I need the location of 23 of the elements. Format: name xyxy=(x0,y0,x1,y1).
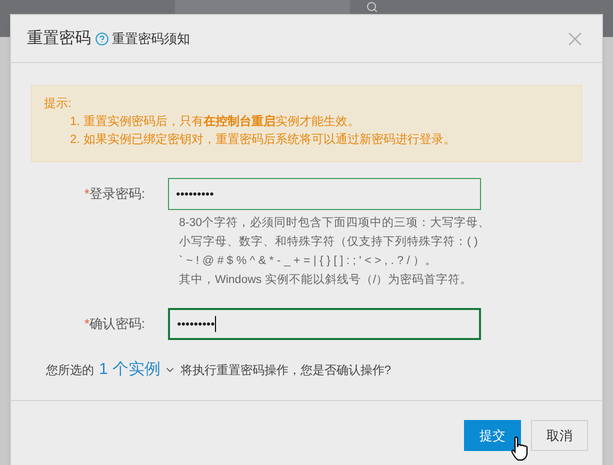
required-mark: * xyxy=(84,315,90,334)
notice-text: 1. 重置实例密码后，只有在控制台重启实例才能生效。 xyxy=(69,113,360,130)
required-mark: * xyxy=(84,185,90,204)
search-icon[interactable] xyxy=(366,1,378,13)
hint-text: 其中，Windows 实例不能以斜线号（/）为密码首字符。 xyxy=(179,272,472,288)
hint-text: 小写字母、数字、和特殊字符（仅支持下列特殊字符：( ) xyxy=(179,234,478,250)
hint-text: ` ~ ! @ # $ % ^ & * - _ + = | { } [ ] : ; ' < > , . ? / ）。 xyxy=(179,254,438,269)
submit-button[interactable]: 提交 xyxy=(464,420,521,451)
notice-heading: 提示: xyxy=(44,95,72,112)
hand-cursor-icon xyxy=(510,436,530,462)
search-field[interactable] xyxy=(175,0,350,14)
summary-text: 您所选的 xyxy=(46,362,94,379)
field-label: 登录密码: xyxy=(89,185,145,204)
field-label: 确认密码: xyxy=(89,315,145,334)
dialog-title: 重置密码 xyxy=(27,28,91,48)
hint-text: 8-30个字符，必须同时包含下面四项中的三项：大写字母、 xyxy=(179,215,490,231)
help-link[interactable]: 重置密码须知 xyxy=(112,28,190,48)
cancel-button[interactable]: 取消 xyxy=(531,420,588,451)
summary-text: 将执行重置密码操作，您是否确认操作? xyxy=(180,362,392,379)
help-icon[interactable] xyxy=(95,32,109,46)
notice-text: 2. 如果实例已绑定密钥对，重置密码后系统将可以通过新密码进行登录。 xyxy=(69,131,456,148)
password-field[interactable]: ••••••••• xyxy=(168,178,481,210)
password-field[interactable]: ••••••••• xyxy=(168,308,481,340)
